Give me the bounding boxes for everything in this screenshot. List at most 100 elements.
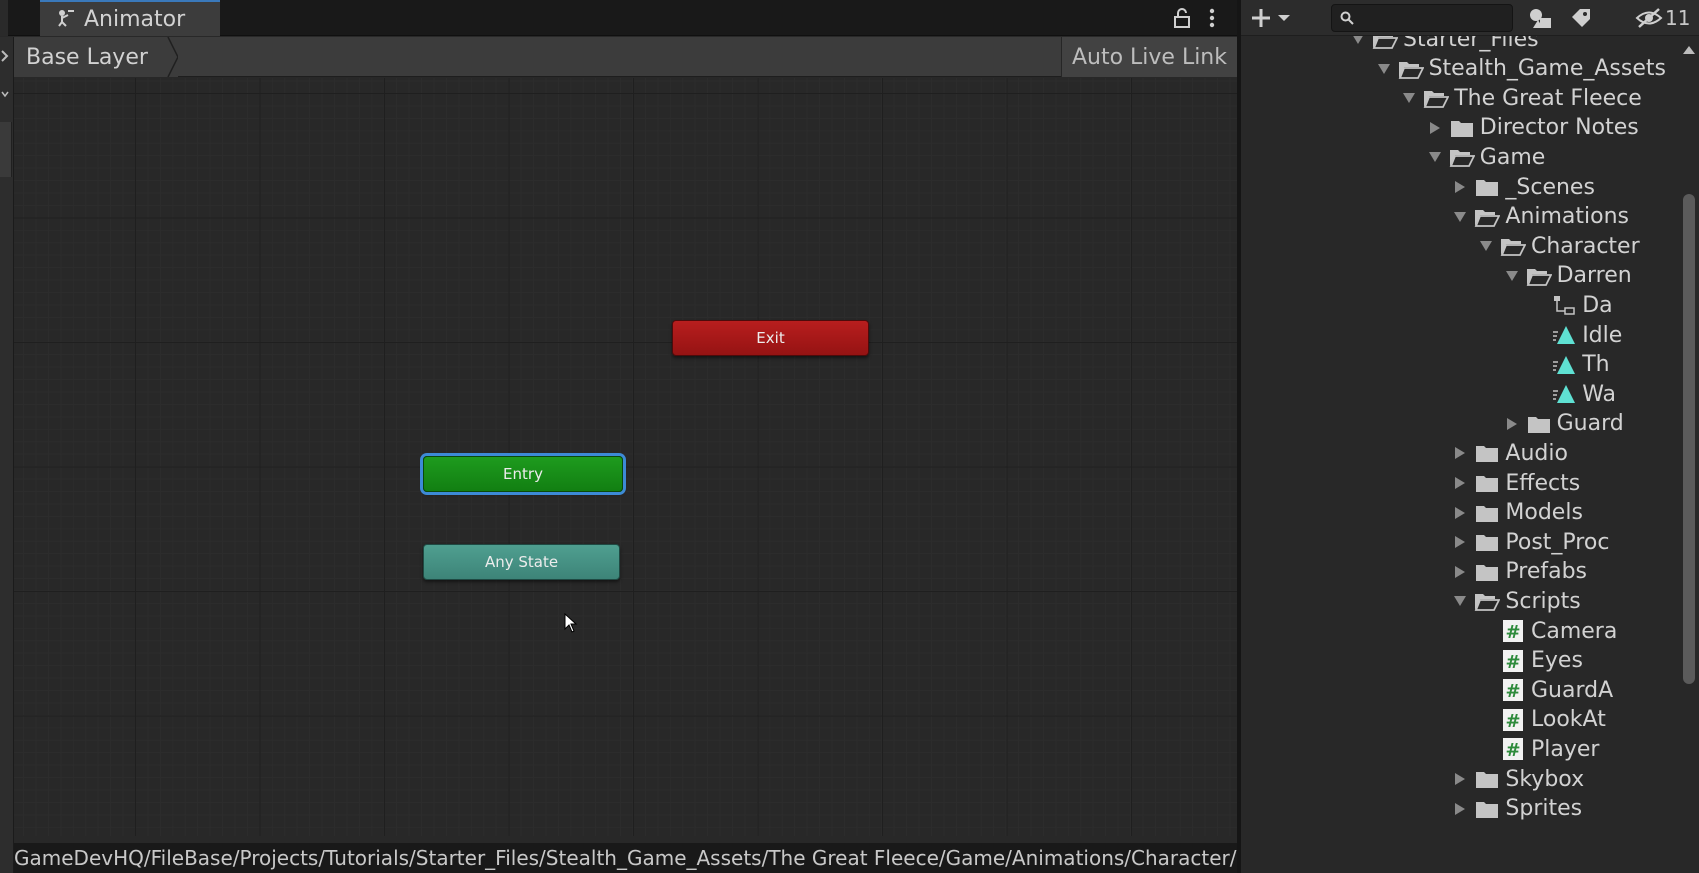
folder-item[interactable]: Sprites bbox=[1447, 794, 1582, 824]
folder-item[interactable]: _Scenes bbox=[1447, 172, 1595, 202]
tab-animator[interactable]: Animator bbox=[40, 0, 220, 36]
asset-item[interactable]: Th bbox=[1524, 350, 1610, 380]
animator-controller-icon bbox=[1550, 290, 1578, 320]
script-icon: # bbox=[1499, 675, 1527, 705]
animation-clip-icon bbox=[1550, 379, 1578, 409]
expanded-arrow-icon[interactable] bbox=[1371, 54, 1397, 84]
folder-item[interactable]: Starter_Files bbox=[1345, 36, 1539, 54]
tree-item-label: Director Notes bbox=[1479, 115, 1639, 141]
more-options-icon[interactable] bbox=[1200, 6, 1224, 30]
svg-text:#: # bbox=[1505, 711, 1520, 732]
previous-tab-edge[interactable] bbox=[0, 0, 8, 36]
search-input[interactable] bbox=[1360, 8, 1500, 28]
expanded-arrow-icon[interactable] bbox=[1447, 586, 1473, 616]
collapsed-arrow-icon[interactable] bbox=[1447, 764, 1473, 794]
folder-item[interactable]: Stealth_Game_Assets bbox=[1371, 54, 1666, 84]
tree-item-label: Skybox bbox=[1505, 766, 1585, 792]
folder-open-icon bbox=[1397, 54, 1425, 84]
folder-item[interactable]: Post_Proc bbox=[1447, 527, 1609, 557]
script-icon: # bbox=[1499, 734, 1527, 764]
dropdown-arrow-icon[interactable] bbox=[0, 79, 12, 109]
plus-icon bbox=[1252, 9, 1270, 27]
asset-item[interactable]: Wa bbox=[1524, 379, 1616, 409]
folder-icon bbox=[1473, 172, 1501, 202]
asset-item[interactable]: # GuardA bbox=[1473, 675, 1613, 705]
expanded-arrow-icon[interactable] bbox=[1499, 261, 1525, 291]
asset-item[interactable]: # Eyes bbox=[1473, 646, 1583, 676]
project-folder-tree: Starter_Files Stealth_Game_Assets The Grea… bbox=[1241, 36, 1679, 873]
layers-panel-handle[interactable] bbox=[0, 122, 12, 177]
folder-item[interactable]: Game bbox=[1422, 142, 1545, 172]
folder-item[interactable]: Skybox bbox=[1447, 764, 1584, 794]
entry-state-node[interactable]: Entry bbox=[423, 456, 623, 492]
folder-item[interactable]: Prefabs bbox=[1447, 557, 1587, 587]
collapsed-arrow-icon[interactable] bbox=[1447, 438, 1473, 468]
folder-item[interactable]: Director Notes bbox=[1422, 113, 1639, 143]
folder-item[interactable]: The Great Fleece bbox=[1396, 83, 1642, 113]
asset-item[interactable]: # Player bbox=[1473, 734, 1599, 764]
auto-live-link-toggle[interactable]: Auto Live Link bbox=[1060, 37, 1237, 77]
mouse-cursor-icon bbox=[564, 613, 578, 633]
hidden-packages-toggle[interactable]: 11 bbox=[1635, 4, 1690, 32]
expanded-arrow-icon[interactable] bbox=[1447, 202, 1473, 232]
folder-item[interactable]: Guard bbox=[1499, 409, 1624, 439]
asset-item[interactable]: Da bbox=[1524, 290, 1613, 320]
folder-icon bbox=[1473, 557, 1501, 587]
breadcrumb-separator-icon bbox=[155, 37, 178, 77]
expanded-arrow-icon[interactable] bbox=[1422, 142, 1448, 172]
folder-item[interactable]: Audio bbox=[1447, 438, 1568, 468]
search-by-type-icon[interactable] bbox=[1523, 4, 1559, 32]
folder-open-icon bbox=[1473, 202, 1501, 232]
folder-item[interactable]: Animations bbox=[1447, 202, 1629, 232]
folder-open-icon bbox=[1525, 261, 1553, 291]
any-state-node[interactable]: Any State bbox=[423, 544, 620, 580]
project-scrollbar[interactable] bbox=[1679, 36, 1699, 873]
folder-open-icon bbox=[1473, 586, 1501, 616]
scroll-up-icon[interactable] bbox=[1683, 46, 1695, 54]
folder-icon bbox=[1473, 527, 1501, 557]
asset-item[interactable]: # LookAt bbox=[1473, 705, 1606, 735]
expanded-arrow-icon[interactable] bbox=[1345, 36, 1371, 54]
collapsed-arrow-icon[interactable] bbox=[1447, 794, 1473, 824]
collapsed-arrow-icon[interactable] bbox=[1447, 498, 1473, 528]
expanded-arrow-icon[interactable] bbox=[1396, 83, 1422, 113]
collapsed-arrow-icon[interactable] bbox=[1447, 557, 1473, 587]
breadcrumb[interactable]: Base Layer bbox=[14, 37, 178, 77]
folder-item[interactable]: Effects bbox=[1447, 468, 1580, 498]
folder-item[interactable]: Models bbox=[1447, 498, 1583, 528]
scrollbar-thumb[interactable] bbox=[1683, 194, 1695, 684]
collapsed-arrow-icon[interactable] bbox=[1422, 113, 1448, 143]
asset-item[interactable]: # Camera bbox=[1473, 616, 1617, 646]
collapsed-arrow-icon[interactable] bbox=[1447, 172, 1473, 202]
tree-item-label: Starter_Files bbox=[1403, 36, 1539, 52]
state-machine-graph[interactable]: Exit Entry Any State bbox=[14, 78, 1237, 836]
project-window: 11 Starter_Files Stealth_Game_Assets The G… bbox=[1241, 0, 1699, 873]
expanded-arrow-icon[interactable] bbox=[1473, 231, 1499, 261]
search-field[interactable] bbox=[1331, 4, 1513, 32]
script-icon: # bbox=[1499, 616, 1527, 646]
chevron-down-icon bbox=[1278, 15, 1290, 21]
collapsed-arrow-icon[interactable] bbox=[1447, 468, 1473, 498]
panel-expand-icon[interactable] bbox=[0, 41, 12, 71]
collapsed-arrow-icon[interactable] bbox=[1499, 409, 1525, 439]
project-toolbar: 11 bbox=[1241, 0, 1699, 36]
collapsed-arrow-icon[interactable] bbox=[1447, 527, 1473, 557]
tree-item-label: Post_Proc bbox=[1505, 529, 1610, 555]
animator-toolbar: Base Layer Auto Live Link bbox=[14, 37, 1237, 77]
exit-state-node[interactable]: Exit bbox=[672, 320, 869, 356]
search-by-label-icon[interactable] bbox=[1563, 4, 1599, 32]
asset-item[interactable]: Idle bbox=[1524, 320, 1622, 350]
lock-icon[interactable] bbox=[1170, 6, 1194, 30]
tree-item-label: Guard bbox=[1556, 411, 1624, 437]
hidden-packages-count: 11 bbox=[1665, 6, 1691, 30]
folder-item[interactable]: Character bbox=[1473, 231, 1640, 261]
folder-item[interactable]: Scripts bbox=[1447, 586, 1581, 616]
create-asset-button[interactable] bbox=[1249, 4, 1307, 32]
folder-item[interactable]: Darren bbox=[1499, 261, 1632, 291]
